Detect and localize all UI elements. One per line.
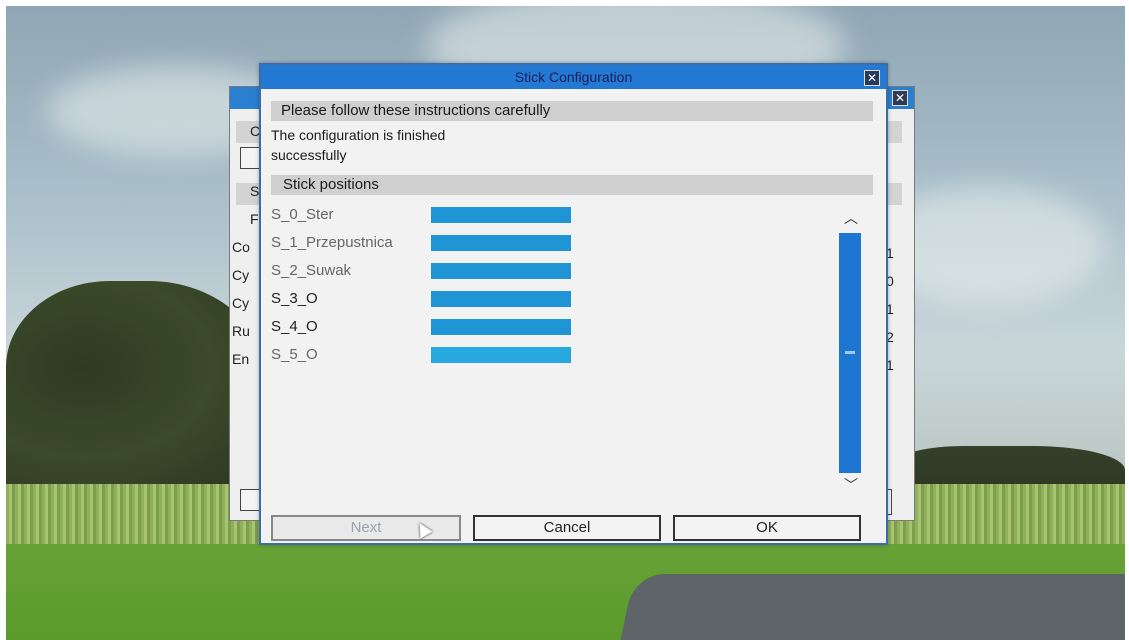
next-button[interactable]: Next	[271, 515, 461, 541]
trees	[6, 281, 266, 496]
stick-label: S_1_Przepustnica	[271, 234, 393, 251]
status-line-1: The configuration is finished	[271, 127, 446, 143]
stick-position-bar	[431, 347, 571, 363]
dialog-title: Stick Configuration	[514, 69, 633, 85]
background-label: S	[250, 183, 260, 199]
background-label: En	[232, 351, 250, 367]
stick-configuration-dialog: Stick Configuration ✕ Please follow thes…	[259, 63, 888, 545]
runway	[617, 574, 1125, 640]
stick-position-bar	[431, 235, 571, 251]
stick-label: S_5_O	[271, 346, 318, 363]
stick-positions-header: Stick positions	[271, 175, 873, 195]
stick-label: S_4_O	[271, 318, 318, 335]
background-label: Cy	[232, 295, 250, 311]
close-icon[interactable]: ✕	[864, 70, 880, 86]
dialog-titlebar: Stick Configuration ✕	[261, 65, 886, 89]
stick-position-bar	[431, 319, 571, 335]
stick-position-bar	[431, 207, 571, 223]
stick-position-bar	[431, 291, 571, 307]
stick-position-bar	[431, 263, 571, 279]
close-icon[interactable]: ✕	[892, 90, 908, 106]
scrollbar-thumb[interactable]	[845, 351, 855, 354]
stick-label: S_2_Suwak	[271, 262, 352, 279]
background-label: Ru	[232, 323, 250, 339]
background-label: F	[250, 211, 259, 227]
ok-button[interactable]: OK	[673, 515, 861, 541]
status-line-2: successfully	[271, 147, 347, 163]
chevron-down-icon[interactable]: ﹀	[844, 475, 858, 495]
cancel-button[interactable]: Cancel	[473, 515, 661, 541]
instructions-header: Please follow these instructions careful…	[271, 101, 873, 121]
status-message: The configuration is finished successful…	[271, 125, 445, 165]
stick-label: S_0_Ster	[271, 206, 334, 223]
stick-label: S_3_O	[271, 290, 318, 307]
chevron-up-icon[interactable]: ︿	[844, 208, 858, 228]
background-label: Co	[232, 239, 250, 255]
background-label: Cy	[232, 267, 250, 283]
